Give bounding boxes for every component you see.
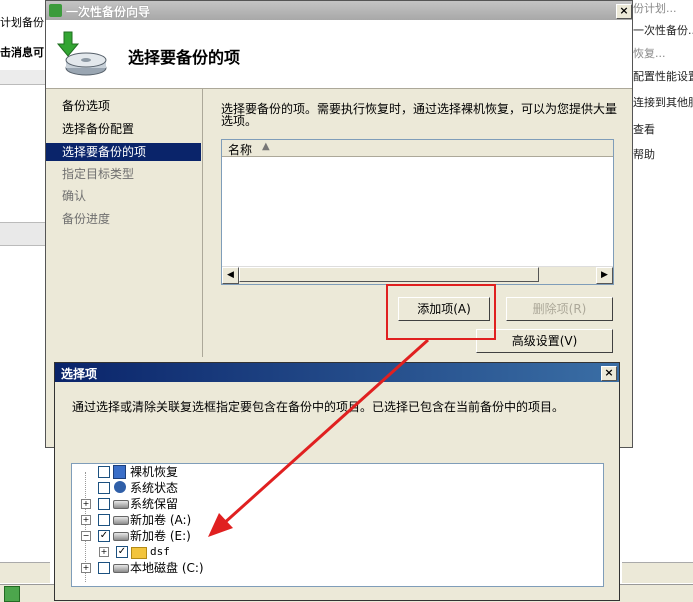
drive-icon bbox=[113, 532, 129, 541]
volume-e-checkbox[interactable]: ✓ bbox=[98, 530, 110, 542]
system-reserved-checkbox[interactable] bbox=[98, 498, 110, 510]
action-recover[interactable]: 恢复... bbox=[633, 45, 666, 61]
expand-icon[interactable]: + bbox=[81, 515, 91, 525]
annotation-highlight-box bbox=[386, 284, 496, 340]
backup-item-tree[interactable]: 裸机恢复 系统状态 + 系统保留 + 新加卷 (A:) − ✓ 新加卷 (E:)… bbox=[71, 463, 604, 587]
select-dialog-title: 选择项 bbox=[61, 367, 98, 381]
action-view[interactable]: 查看 bbox=[633, 121, 655, 137]
wizard-step-nav: 备份选项 选择备份配置 选择要备份的项 指定目标类型 确认 备份进度 bbox=[46, 89, 201, 357]
list-column-header[interactable]: 名称 ▲ bbox=[222, 140, 613, 157]
collapse-icon[interactable]: − bbox=[81, 531, 91, 541]
sort-ascending-icon: ▲ bbox=[262, 141, 270, 152]
tree-node-dsf[interactable]: + ✓ dsf bbox=[99, 544, 400, 560]
dsf-checkbox[interactable]: ✓ bbox=[116, 546, 128, 558]
tree-label: 裸机恢复 bbox=[130, 465, 179, 479]
expand-icon[interactable]: + bbox=[99, 547, 109, 557]
wizard-titlebar[interactable]: 一次性备份向导 × bbox=[46, 1, 632, 20]
console-left-text-1: 计划备份 bbox=[0, 16, 44, 29]
actions-scrollbar[interactable] bbox=[622, 562, 693, 583]
tree-node-volume-e[interactable]: − ✓ 新加卷 (E:) bbox=[81, 528, 382, 544]
tree-label: dsf bbox=[150, 545, 170, 558]
select-dialog-description: 通过选择或清除关联复选框指定要包含在备份中的项目。已选择已包含在当前备份中的项目… bbox=[72, 400, 565, 414]
remove-item-button[interactable]: 删除项(R) bbox=[506, 297, 613, 321]
folder-icon bbox=[131, 547, 147, 559]
scroll-right-icon[interactable]: ▶ bbox=[596, 267, 613, 284]
nav-separator bbox=[202, 89, 203, 357]
drive-icon bbox=[113, 564, 129, 573]
action-help[interactable]: 帮助 bbox=[633, 146, 655, 162]
wizard-close-button[interactable]: × bbox=[616, 4, 632, 19]
scroll-thumb[interactable] bbox=[239, 267, 539, 282]
advanced-settings-button[interactable]: 高级设置(V) bbox=[476, 329, 613, 353]
console-left-text-2: 击消息可 bbox=[0, 46, 44, 59]
tree-label: 本地磁盘 (C:) bbox=[130, 561, 204, 575]
actions-pane: 份计划... 一次性备份... 恢复... 配置性能设置 连接到其他服 查看 帮… bbox=[630, 0, 693, 601]
volume-a-checkbox[interactable] bbox=[98, 514, 110, 526]
tree-node-local-disk-c[interactable]: + 本地磁盘 (C:) bbox=[81, 560, 382, 576]
console-left-pane: 计划备份 击消息可 bbox=[0, 0, 50, 601]
tree-node-system-state[interactable]: 系统状态 bbox=[82, 480, 382, 496]
tree-label: 系统状态 bbox=[130, 481, 179, 495]
console-divider-bar bbox=[0, 222, 50, 246]
nav-confirm: 确认 bbox=[62, 189, 87, 203]
wizard-title: 一次性备份向导 bbox=[66, 5, 151, 19]
bare-metal-checkbox[interactable] bbox=[98, 466, 110, 478]
nav-destination-type: 指定目标类型 bbox=[62, 167, 135, 181]
tree-label: 新加卷 (A:) bbox=[130, 513, 192, 527]
nav-backup-config[interactable]: 选择备份配置 bbox=[46, 120, 201, 138]
action-connect-other-server[interactable]: 连接到其他服 bbox=[633, 94, 693, 110]
scroll-left-icon[interactable]: ◀ bbox=[222, 267, 239, 284]
expand-icon[interactable]: + bbox=[81, 499, 91, 509]
local-disk-c-checkbox[interactable] bbox=[98, 562, 110, 574]
wizard-header: 选择要备份的项 bbox=[46, 20, 632, 89]
console-scrollbar[interactable] bbox=[0, 562, 50, 583]
tree-node-system-reserved[interactable]: + 系统保留 bbox=[81, 496, 382, 512]
nav-progress: 备份进度 bbox=[62, 212, 111, 226]
tree-node-bare-metal[interactable]: 裸机恢复 bbox=[82, 464, 382, 480]
backup-app-icon[interactable] bbox=[4, 586, 20, 602]
wizard-app-icon bbox=[49, 4, 62, 17]
action-backup-schedule[interactable]: 份计划... bbox=[633, 0, 677, 16]
nav-select-items[interactable]: 选择要备份的项 bbox=[46, 143, 201, 161]
console-list-header bbox=[0, 70, 50, 85]
backup-disk-icon bbox=[56, 31, 107, 76]
tree-label: 系统保留 bbox=[130, 497, 179, 511]
tree-node-volume-a[interactable]: + 新加卷 (A:) bbox=[81, 512, 382, 528]
select-dialog-close-button[interactable]: × bbox=[601, 366, 617, 381]
system-state-checkbox[interactable] bbox=[98, 482, 110, 494]
drive-icon bbox=[113, 500, 129, 509]
wizard-heading: 选择要备份的项 bbox=[128, 48, 241, 67]
list-horizontal-scrollbar[interactable]: ◀ ▶ bbox=[222, 266, 613, 284]
select-dialog-titlebar[interactable]: 选择项 × bbox=[55, 363, 619, 382]
tree-label: 新加卷 (E:) bbox=[130, 529, 191, 543]
system-state-icon bbox=[114, 481, 126, 493]
action-configure-performance[interactable]: 配置性能设置 bbox=[633, 68, 693, 84]
action-backup-once[interactable]: 一次性备份... bbox=[633, 22, 693, 38]
backup-items-list[interactable]: 名称 ▲ ◀ ▶ bbox=[221, 139, 614, 285]
drive-icon bbox=[113, 516, 129, 525]
wizard-description: 选择要备份的项。需要执行恢复时，通过选择裸机恢复，可以为您提供大量选项。 bbox=[221, 102, 618, 128]
expand-icon[interactable]: + bbox=[81, 563, 91, 573]
column-name-label: 名称 bbox=[228, 143, 253, 157]
bare-metal-icon bbox=[113, 465, 126, 479]
nav-backup-options[interactable]: 备份选项 bbox=[46, 97, 201, 115]
select-items-dialog: 选择项 × 通过选择或清除关联复选框指定要包含在备份中的项目。已选择已包含在当前… bbox=[54, 362, 620, 601]
